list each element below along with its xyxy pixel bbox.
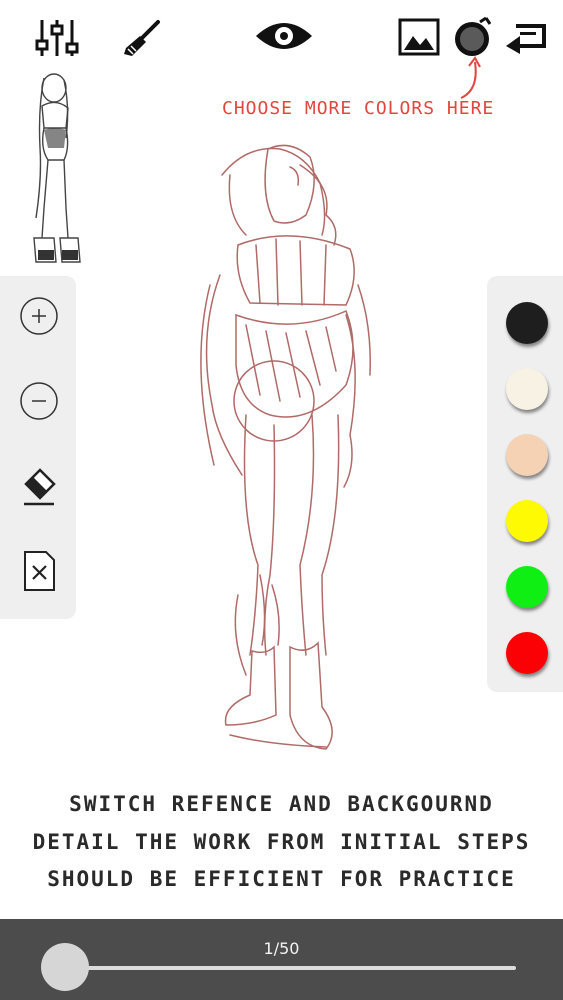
caption-line-2: DETAIL THE WORK FROM INITIAL STEPS: [32, 830, 531, 854]
left-tool-panel: [0, 276, 76, 619]
hint-arrow-icon: [460, 56, 481, 99]
sliders-icon[interactable]: [34, 16, 80, 60]
clear-canvas-icon[interactable]: [18, 550, 60, 592]
color-swatch-black[interactable]: [506, 302, 548, 344]
color-swatch-red[interactable]: [506, 632, 548, 674]
progress-slider-knob[interactable]: [41, 943, 90, 991]
reference-thumbnail[interactable]: [20, 68, 90, 272]
color-palette-panel: [487, 276, 563, 692]
color-swatch-cream[interactable]: [506, 368, 548, 410]
hint-text: CHOOSE MORE COLORS HERE: [222, 98, 495, 119]
color-swatch-peach[interactable]: [506, 434, 548, 476]
eye-icon[interactable]: [254, 18, 314, 54]
color-swatch-green[interactable]: [506, 566, 548, 608]
bottom-bar: 1/50: [0, 919, 563, 1000]
color-swatch-yellow[interactable]: [506, 500, 548, 542]
zoom-out-icon[interactable]: [18, 380, 60, 422]
zoom-in-icon[interactable]: [18, 295, 60, 337]
caption-line-1: SWITCH REFENCE AND BACKGOURND: [69, 792, 494, 816]
caption-line-3: SHOULD BE EFFICIENT FOR PRACTICE: [47, 867, 516, 891]
color-picker-icon[interactable]: [452, 16, 494, 58]
drawing-canvas[interactable]: [150, 135, 430, 775]
progress-track[interactable]: [56, 966, 516, 970]
switch-icon[interactable]: [502, 20, 548, 56]
image-icon[interactable]: [398, 18, 440, 56]
eraser-icon[interactable]: [18, 466, 60, 508]
brush-icon[interactable]: [120, 18, 164, 58]
